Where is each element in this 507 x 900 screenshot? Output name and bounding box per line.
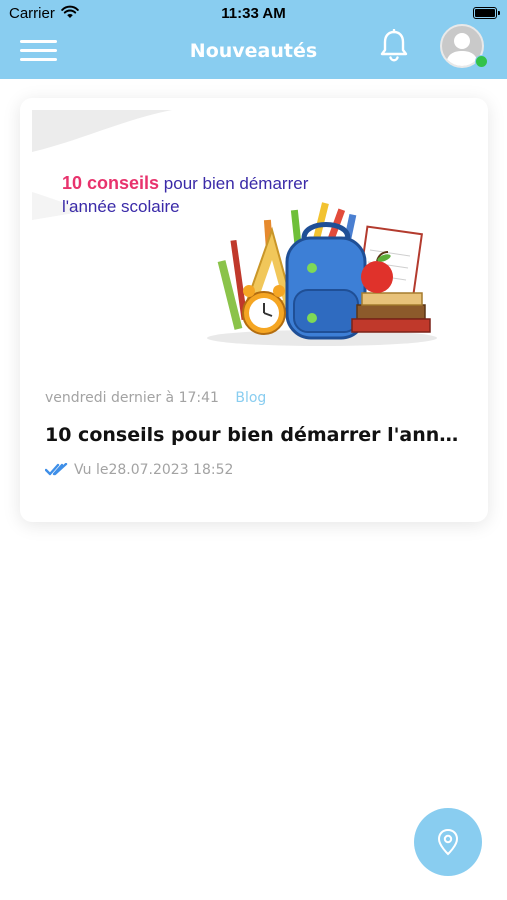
location-pin-icon: [437, 828, 459, 856]
article-thumbnail: 10 conseils pour bien démarrer l'année s…: [32, 110, 472, 360]
battery-icon: [473, 7, 500, 19]
notifications-bell-icon[interactable]: [378, 29, 410, 63]
online-status-dot: [475, 55, 488, 68]
seen-date: Vu le28.07.2023 18:52: [74, 462, 234, 478]
article-title: 10 conseils pour bien démarrer l'année s…: [45, 424, 465, 446]
news-card[interactable]: 10 conseils pour bien démarrer l'année s…: [20, 98, 488, 522]
status-bar: Carrier 11:33 AM: [0, 0, 507, 28]
location-fab-button[interactable]: [414, 808, 482, 876]
double-check-icon: [44, 462, 68, 476]
clock: 11:33 AM: [221, 5, 286, 22]
category-tag[interactable]: Blog: [235, 390, 266, 406]
thumbnail-headline: 10 conseils pour bien démarrer l'année s…: [62, 173, 309, 216]
article-meta: vendredi dernier à 17:41 Blog: [45, 390, 266, 406]
read-receipt: Vu le28.07.2023 18:52: [44, 462, 234, 478]
page-title: Nouveautés: [189, 40, 318, 62]
school-supplies-illustration: [32, 110, 437, 346]
article-date: vendredi dernier à 17:41: [45, 390, 219, 406]
